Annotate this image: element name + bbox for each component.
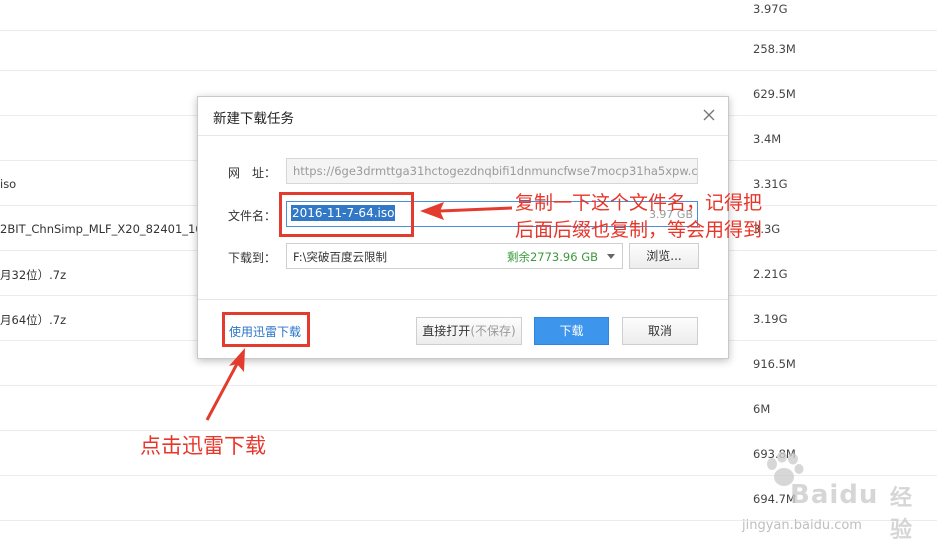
dialog-title: 新建下载任务 [213,111,294,127]
dest-free-space: 剩余2773.96 GB [506,250,598,264]
annotation-note-line1: 复制一下这个文件名，记得把 [515,192,763,214]
watermark-url: jingyan.baidu.com [742,518,862,533]
cancel-button[interactable]: 取消 [622,317,698,345]
dest-path: F:\突破百度云限制 [293,250,387,264]
list-item[interactable]: 6M [0,386,937,431]
file-size: 3.19G [753,312,788,326]
open-muted-label: (不保存) [470,324,516,338]
annotation-click-note: 点击迅雷下载 [140,434,266,458]
thunder-highlight-box [222,312,310,347]
file-size: 2.21G [753,267,788,281]
title-divider [198,135,728,136]
file-size: 6M [753,402,771,416]
close-icon[interactable] [700,106,718,124]
file-name: 2BIT_ChnSimp_MLF_X20_82401_10 [0,222,203,236]
url-label: 网 址： [228,166,277,180]
list-item[interactable]: 258.3M [0,26,937,71]
file-size: 258.3M [753,42,796,56]
url-field[interactable]: https://6ge3drmttga31hctogezdnqbifi1dnmu… [286,158,698,184]
dest-label: 下载到： [228,251,277,265]
file-size: 3.4M [753,132,782,146]
footer-divider [198,299,728,300]
filename-label: 文件名： [228,209,277,223]
open-label: 直接打开 [422,324,471,338]
file-size: 916.5M [753,357,796,371]
file-name: 月64位）.7z [0,313,67,327]
watermark-brand: Baidu [790,480,879,510]
browse-button[interactable]: 浏览... [629,243,699,269]
dest-select[interactable]: F:\突破百度云限制 剩余2773.96 GB [286,243,623,269]
file-size: 3.97G [753,2,788,16]
filename-highlight-box [279,192,414,237]
baidu-jingyan-watermark: Baidu 经验 jingyan.baidu.com [740,452,930,543]
url-value: https://6ge3drmttga31hctogezdnqbifi1dnmu… [293,164,698,178]
watermark-brand-cn: 经验 [890,486,913,543]
file-size: 629.5M [753,87,796,101]
open-directly-button[interactable]: 直接打开(不保存) [416,317,522,345]
file-name: 月32位）.7z [0,268,67,282]
chevron-down-icon[interactable] [607,254,615,259]
annotation-note-line2: 后面后缀也复制，等会用得到 [515,219,763,241]
file-name: iso [0,177,17,191]
download-button[interactable]: 下载 [534,317,609,345]
